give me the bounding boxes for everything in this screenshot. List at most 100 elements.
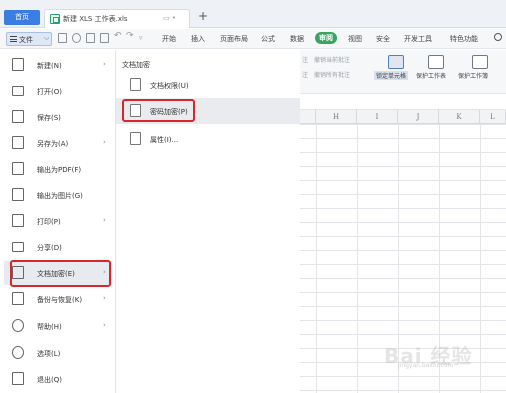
menu-item-label: 帮助(H) xyxy=(37,323,62,331)
menu-item-label: 选项(L) xyxy=(37,350,61,358)
menu-item-export-pdf[interactable]: 输出为PDF(F) xyxy=(4,157,112,181)
submenu-item-properties[interactable]: 属性(I)... xyxy=(116,126,300,152)
menu-item-label: 打印(P) xyxy=(37,218,61,226)
formula-bar[interactable] xyxy=(300,95,506,110)
search-icon[interactable] xyxy=(494,33,502,41)
review-ribbon: 注 注 撤销当前批注 撤销所有批注 锁定单元格 保护工作表 保护工作簿 xyxy=(300,50,506,94)
chevron-right-icon: › xyxy=(103,294,106,302)
menu-item-label: 退出(Q) xyxy=(37,376,62,384)
submenu-title: 文档加密 xyxy=(122,61,150,69)
tab-window-icon[interactable]: ▭ • xyxy=(163,14,176,22)
menu-item-help[interactable]: 帮助(H) › xyxy=(4,314,112,338)
home-tab[interactable]: 首页 xyxy=(4,10,40,25)
chevron-right-icon: › xyxy=(103,321,106,329)
folder-icon xyxy=(12,86,24,96)
column-header-l[interactable]: L xyxy=(480,110,506,124)
protect-workbook-button[interactable]: 保护工作簿 xyxy=(458,71,488,80)
menu-item-label: 输出为PDF(F) xyxy=(37,166,82,174)
submenu-item-label: 属性(I)... xyxy=(150,136,179,144)
document-tab[interactable]: 新建 XLS 工作表.xls ▭ • xyxy=(44,9,190,28)
hamburger-icon xyxy=(10,36,17,42)
chevron-right-icon: › xyxy=(103,60,106,68)
protect-sheet-icon[interactable] xyxy=(428,55,444,69)
save-as-icon xyxy=(12,136,24,149)
highlight-box-encryption xyxy=(10,260,111,287)
backup-icon xyxy=(12,292,24,305)
document-permission-icon xyxy=(130,78,141,91)
exit-icon xyxy=(12,372,24,385)
delete-all-comments-button[interactable]: 撤销所有批注 xyxy=(314,70,350,79)
printer-icon xyxy=(12,214,24,227)
properties-icon xyxy=(130,132,141,145)
tab-security[interactable]: 安全 xyxy=(376,34,390,44)
menu-item-options[interactable]: 选项(L) xyxy=(4,341,112,365)
save-icon[interactable] xyxy=(58,33,67,43)
tab-review[interactable]: 审阅 xyxy=(315,32,337,44)
watermark-url: jingyan.baidu.com xyxy=(398,362,454,369)
menu-item-share[interactable]: 分享(D) xyxy=(4,235,112,259)
column-header-j[interactable]: J xyxy=(398,110,439,124)
ribbon-edge-label: 注 xyxy=(302,57,309,64)
redo-icon[interactable]: ↷ xyxy=(126,31,134,41)
delete-current-comment-button[interactable]: 撤销当前批注 xyxy=(314,55,350,64)
save-icon xyxy=(12,110,24,123)
menu-item-label: 保存(S) xyxy=(37,114,61,122)
image-icon xyxy=(12,188,24,201)
share-icon xyxy=(12,242,24,252)
menu-item-print[interactable]: 打印(P) › xyxy=(4,209,112,233)
new-document-icon xyxy=(12,58,24,71)
highlight-box-password xyxy=(122,99,195,122)
preview-icon[interactable] xyxy=(100,33,109,43)
menu-item-save[interactable]: 保存(S) xyxy=(4,105,112,129)
submenu-item-label: 文档权限(U) xyxy=(150,82,189,90)
help-icon xyxy=(12,319,24,332)
spreadsheet-file-icon xyxy=(50,14,60,24)
menu-item-backup-restore[interactable]: 备份与恢复(K) › xyxy=(4,287,112,311)
new-tab-button[interactable]: + xyxy=(198,9,208,23)
menu-item-label: 打开(O) xyxy=(37,88,62,96)
tab-formula[interactable]: 公式 xyxy=(261,34,275,44)
tab-developer[interactable]: 开发工具 xyxy=(404,34,432,44)
more-icon[interactable]: ▿ xyxy=(139,34,143,42)
chevron-right-icon: › xyxy=(103,138,106,146)
lock-cell-button[interactable]: 锁定单元格 xyxy=(374,71,409,80)
tab-view[interactable]: 视图 xyxy=(348,34,362,44)
column-header-h[interactable]: H xyxy=(316,110,357,124)
menu-item-label: 另存为(A) xyxy=(37,140,69,148)
protect-workbook-icon[interactable] xyxy=(472,55,488,69)
title-tab-bar: 首页 新建 XLS 工作表.xls ▭ • + xyxy=(0,0,506,28)
file-menu: 新建(N) › 打开(O) 保存(S) 另存为(A) › 输出为PDF(F) 输… xyxy=(0,50,116,393)
main-toolbar: 文件 ⌵ ↶ ↷ ▿ 开始 插入 页面布局 公式 数据 审阅 视图 安全 开发工… xyxy=(0,29,506,49)
tab-insert[interactable]: 插入 xyxy=(191,34,205,44)
tab-home[interactable]: 开始 xyxy=(162,34,176,44)
menu-item-exit[interactable]: 退出(Q) xyxy=(4,367,112,391)
menu-item-save-as[interactable]: 另存为(A) › xyxy=(4,131,112,155)
tab-features[interactable]: 特色功能 xyxy=(450,34,478,44)
pdf-icon xyxy=(12,162,24,175)
undo-icon[interactable]: ↶ xyxy=(114,31,122,41)
menu-item-label: 新建(N) xyxy=(37,62,62,70)
ribbon-edge-label: 注 xyxy=(302,72,309,79)
gear-icon xyxy=(12,346,24,359)
tab-data[interactable]: 数据 xyxy=(290,34,304,44)
column-header-stub xyxy=(300,110,316,124)
menu-item-open[interactable]: 打开(O) xyxy=(4,79,112,103)
chevron-right-icon: › xyxy=(103,216,106,224)
print-icon[interactable] xyxy=(86,33,95,43)
cloud-icon[interactable] xyxy=(72,33,81,43)
lock-cell-icon[interactable] xyxy=(388,55,404,69)
watermark: Bai 经验 jingyan.baidu.com xyxy=(384,340,473,369)
file-menu-label: 文件 xyxy=(19,36,33,44)
protect-sheet-button[interactable]: 保护工作表 xyxy=(416,71,446,80)
chevron-down-icon: ⌵ xyxy=(44,34,50,42)
file-menu-button[interactable]: 文件 ⌵ xyxy=(6,32,52,46)
tab-page-layout[interactable]: 页面布局 xyxy=(220,34,248,44)
column-header-i[interactable]: I xyxy=(357,110,398,124)
menu-item-label: 分享(D) xyxy=(37,244,62,252)
column-header-k[interactable]: K xyxy=(439,110,480,124)
submenu-item-document-permissions[interactable]: 文档权限(U) xyxy=(116,72,300,98)
menu-item-label: 输出为图片(G) xyxy=(37,192,83,200)
menu-item-export-image[interactable]: 输出为图片(G) xyxy=(4,183,112,207)
menu-item-new[interactable]: 新建(N) › xyxy=(4,53,112,77)
document-title: 新建 XLS 工作表.xls xyxy=(63,15,128,23)
